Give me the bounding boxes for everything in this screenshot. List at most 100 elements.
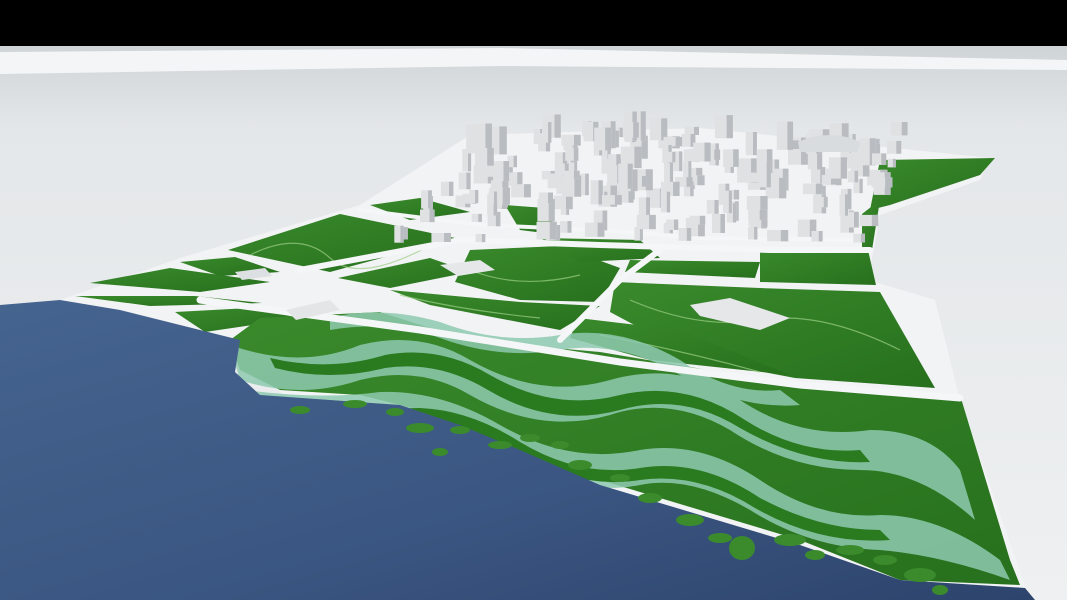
- island: [904, 568, 936, 582]
- island: [708, 533, 732, 543]
- city-building-side: [549, 221, 557, 240]
- city-building-side: [779, 177, 787, 199]
- city-building-side: [720, 214, 725, 233]
- city-building-side: [697, 175, 705, 186]
- island: [873, 555, 897, 565]
- city-building-side: [753, 132, 757, 156]
- city-building-side: [892, 158, 896, 168]
- city-building-side: [823, 196, 828, 208]
- island: [638, 493, 662, 503]
- island: [932, 585, 948, 595]
- city-building-side: [513, 155, 517, 168]
- city-building-side: [699, 215, 706, 225]
- city-building-side: [554, 114, 561, 138]
- city-building-side: [714, 149, 721, 160]
- city-building-side: [429, 209, 435, 223]
- island: [520, 434, 540, 442]
- island: [551, 441, 569, 449]
- city-building-side: [573, 147, 579, 161]
- city-building-side: [672, 151, 676, 163]
- city-building-side: [524, 184, 531, 198]
- city-building-side: [733, 149, 739, 167]
- city-building-side: [444, 233, 451, 242]
- city-building-side: [686, 228, 692, 241]
- city-building-side: [475, 190, 479, 204]
- city-building-side: [649, 214, 656, 230]
- city-building-side: [400, 225, 404, 243]
- city-building-side: [733, 189, 740, 200]
- city-building-side: [428, 190, 432, 209]
- city-building-side: [728, 190, 732, 214]
- city-building-side: [517, 172, 523, 186]
- city-building-side: [732, 203, 737, 223]
- city-building-side: [766, 161, 771, 188]
- island: [568, 460, 592, 470]
- city-building-side: [403, 227, 408, 240]
- city-building-side: [726, 115, 733, 139]
- city-building-side: [845, 194, 848, 216]
- city-building-side: [854, 170, 859, 183]
- island: [386, 408, 404, 416]
- city-building-side: [478, 213, 482, 222]
- city-building-side: [694, 126, 699, 135]
- city-building-side: [548, 192, 553, 204]
- island: [774, 534, 806, 546]
- city-building-side: [615, 130, 619, 148]
- island: [290, 406, 310, 414]
- render-viewport: [0, 0, 1067, 600]
- city-building-side: [585, 173, 589, 196]
- city-building-side: [597, 222, 605, 237]
- island: [406, 423, 434, 433]
- city-building-side: [487, 148, 494, 166]
- city-building-side: [686, 177, 693, 187]
- city-building-side: [673, 181, 680, 196]
- letterbox-top: [0, 0, 1067, 46]
- city-building-side: [574, 134, 581, 146]
- city-building-side: [840, 157, 848, 179]
- island: [805, 550, 825, 560]
- island: [488, 441, 512, 449]
- city-building-side: [640, 111, 646, 141]
- city-building-side: [679, 151, 683, 172]
- city-building-side: [646, 197, 650, 216]
- city-building-side: [634, 146, 642, 169]
- city-building-side: [573, 170, 580, 179]
- city-building-side: [614, 195, 622, 205]
- city-building-side: [675, 136, 683, 147]
- island: [432, 448, 448, 456]
- city-building-side: [815, 183, 823, 195]
- city-building-side: [787, 121, 794, 150]
- city-building-side: [817, 151, 823, 170]
- city-building-side: [901, 122, 908, 136]
- city-building-side: [871, 214, 879, 227]
- city-building-side: [792, 140, 800, 149]
- city-building-side: [754, 226, 758, 240]
- city-building-side: [605, 127, 612, 151]
- island: [343, 400, 367, 408]
- island: [676, 514, 704, 526]
- city-building-side: [666, 191, 671, 213]
- city-building-side: [566, 195, 573, 210]
- city-building-side: [714, 200, 719, 214]
- city-building-side: [503, 161, 510, 182]
- city-building-side: [627, 163, 633, 189]
- city-building-side: [633, 122, 639, 138]
- park-north-east: [760, 250, 876, 285]
- city-building-side: [847, 188, 852, 210]
- city-building-side: [610, 121, 616, 149]
- island: [729, 536, 755, 560]
- city-building-side: [881, 153, 887, 165]
- city-building-side: [704, 142, 711, 162]
- city-building-side: [760, 196, 768, 210]
- island: [610, 474, 630, 482]
- city-building-side: [780, 230, 789, 242]
- city-building-side: [481, 234, 486, 243]
- island: [836, 545, 864, 555]
- city-building-side: [466, 172, 471, 190]
- city-building-side: [494, 191, 497, 204]
- city-building-side: [854, 211, 859, 228]
- city-building-side: [641, 175, 647, 187]
- island: [450, 426, 470, 434]
- city-building-side: [885, 177, 893, 188]
- city-building-side: [502, 187, 510, 205]
